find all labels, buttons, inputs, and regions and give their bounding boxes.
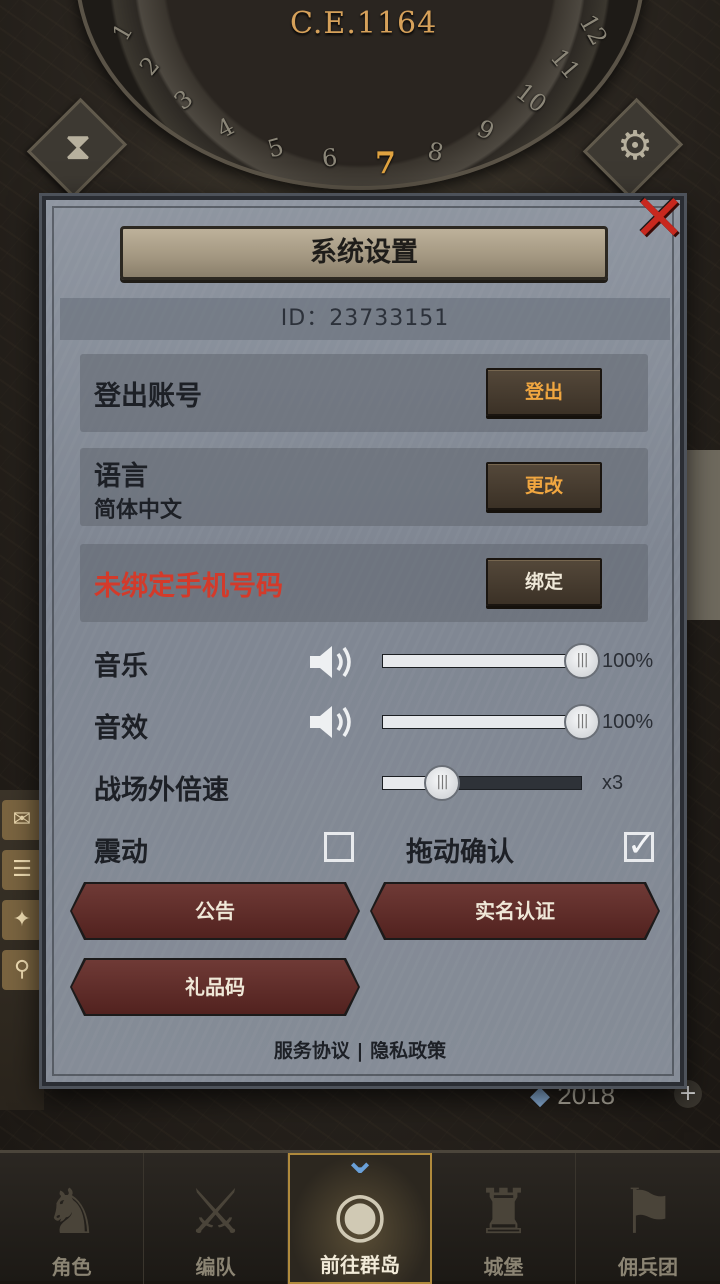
battle-speed-slider[interactable]	[382, 776, 582, 790]
vibration-checkbox[interactable]	[324, 832, 354, 862]
battle-speed-thumb[interactable]: |||	[424, 765, 460, 801]
calendar-year: C.E.1164	[290, 6, 438, 41]
compass-icon[interactable]: ✦	[2, 900, 42, 940]
gear-icon: ⚙	[617, 123, 653, 169]
sfx-slider[interactable]	[382, 715, 583, 729]
dialog-title: 系统设置	[120, 226, 608, 280]
speaker-icon[interactable]	[308, 642, 354, 682]
knight-icon: ♞	[43, 1175, 100, 1248]
speaker-icon[interactable]	[308, 702, 354, 742]
footer-links: 服务协议 | 隐私政策	[260, 1036, 460, 1066]
close-icon[interactable]: ✕	[630, 187, 688, 251]
service-agreement-link[interactable]: 服务协议	[274, 1036, 350, 1066]
quest-icon[interactable]: ☰	[2, 850, 42, 890]
gift-code-button[interactable]: 礼品码	[72, 960, 358, 1014]
phone-row: 未绑定手机号码 绑定	[80, 544, 648, 622]
sfx-label: 音效	[94, 713, 148, 744]
globe-icon: ◉	[332, 1177, 388, 1250]
vibration-label: 震动	[94, 837, 148, 868]
announcement-button[interactable]: 公告	[72, 884, 358, 938]
nav-tab-mercenary[interactable]: ⚑ 佣兵团	[576, 1153, 720, 1284]
dial-number: 6	[320, 143, 339, 173]
drag-confirm-checkbox[interactable]: ✓	[624, 825, 656, 865]
music-slider-thumb[interactable]: |||	[564, 643, 600, 679]
hourglass-icon: ⧗	[64, 124, 92, 168]
nav-tab-label: 前往群岛	[320, 1253, 400, 1277]
logout-row: 登出账号 登出	[80, 354, 648, 432]
castle-icon: ♜	[475, 1175, 532, 1248]
player-id: ID：23733151	[60, 298, 670, 340]
sfx-slider-thumb[interactable]: |||	[564, 704, 600, 740]
nav-tab-character[interactable]: ♞ 角色	[0, 1153, 144, 1284]
nav-tab-castle[interactable]: ♜ 城堡	[432, 1153, 576, 1284]
music-percent: 100%	[602, 650, 654, 672]
nav-tab-label: 佣兵团	[618, 1255, 678, 1279]
check-icon: ✓	[627, 825, 656, 865]
change-language-button[interactable]: 更改	[486, 462, 602, 510]
music-slider-fill	[383, 655, 583, 667]
realname-verify-button[interactable]: 实名认证	[372, 884, 658, 938]
drag-confirm-label: 拖动确认	[406, 837, 514, 868]
helmet-icon: ⚔	[187, 1175, 244, 1248]
nav-tab-formation[interactable]: ⚔ 编队	[144, 1153, 288, 1284]
dial-number-active: 7	[375, 146, 396, 181]
search-icon[interactable]: ⚲	[2, 950, 42, 990]
nav-tab-label: 编队	[195, 1255, 236, 1279]
language-row: 语言 简体中文 更改	[80, 448, 648, 526]
bind-phone-button[interactable]: 绑定	[486, 558, 602, 606]
nav-tab-label: 角色	[51, 1255, 92, 1279]
music-slider[interactable]	[382, 654, 583, 668]
side-menu: ✉ ☰ ✦ ⚲	[0, 790, 44, 1110]
sfx-slider-fill	[383, 716, 583, 728]
privacy-policy-link[interactable]: 隐私政策	[370, 1036, 446, 1066]
side-panel-right	[680, 450, 720, 620]
footer-separator: |	[356, 1040, 364, 1062]
battle-speed-value: x3	[602, 772, 624, 794]
scroll-icon[interactable]: ✉	[2, 800, 42, 840]
chevron-down-icon: ⌄	[343, 1137, 377, 1183]
language-label: 语言	[94, 461, 148, 492]
banner-icon: ⚑	[620, 1175, 676, 1248]
logout-button[interactable]: 登出	[486, 368, 602, 416]
phone-unbound-label: 未绑定手机号码	[94, 571, 283, 602]
nav-tab-label: 城堡	[483, 1255, 524, 1279]
language-value: 简体中文	[94, 498, 183, 523]
battle-speed-label: 战场外倍速	[94, 775, 229, 806]
logout-label: 登出账号	[94, 381, 202, 412]
music-label: 音乐	[94, 651, 148, 682]
sfx-percent: 100%	[602, 711, 654, 733]
